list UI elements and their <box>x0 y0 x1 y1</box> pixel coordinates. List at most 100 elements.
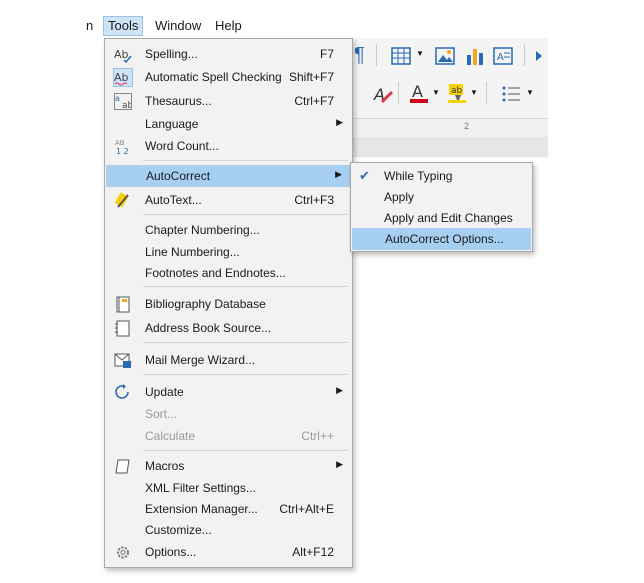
tools-menu: Ab Spelling... F7 Ab Automatic Spell Che… <box>104 38 353 568</box>
menu-item-label: XML Filter Settings... <box>145 481 256 495</box>
menu-item-label: Automatic Spell Checking <box>145 70 282 84</box>
menubar-partial-item[interactable]: n <box>82 17 97 35</box>
menu-help[interactable]: Help <box>211 17 246 35</box>
menu-separator <box>143 286 348 287</box>
checkmark-icon: ✔ <box>359 168 370 183</box>
table-icon[interactable] <box>390 45 412 67</box>
submenu-item-apply-and-edit-changes[interactable]: Apply and Edit Changes <box>351 207 532 229</box>
menu-item-automatic-spell-checking[interactable]: Ab Automatic Spell Checking Shift+F7 <box>105 66 352 88</box>
svg-text:ab: ab <box>122 101 132 110</box>
submenu-arrow-icon: ▶ <box>336 117 343 127</box>
svg-text:1 2: 1 2 <box>116 147 129 155</box>
image-icon[interactable] <box>434 45 456 67</box>
menu-item-chapter-numbering[interactable]: Chapter Numbering... <box>105 219 352 241</box>
svg-text:Ab: Ab <box>114 48 129 61</box>
menu-item-label: AutoCorrect Options... <box>385 232 504 246</box>
document-gray-area <box>352 137 548 157</box>
toolbar-row-2: A A ▼ ab ▼ ▼ <box>352 80 548 110</box>
menu-item-spelling[interactable]: Ab Spelling... F7 <box>105 43 352 65</box>
toolbar-divider <box>524 44 525 66</box>
autocorrect-submenu: ✔ While Typing Apply Apply and Edit Chan… <box>350 162 533 252</box>
autotext-icon <box>114 192 129 208</box>
menu-item-footnotes-endnotes[interactable]: Footnotes and Endnotes... <box>105 262 352 284</box>
menu-item-label: Footnotes and Endnotes... <box>145 266 286 280</box>
menu-item-address-book-source[interactable]: Address Book Source... <box>105 317 352 339</box>
menu-item-thesaurus[interactable]: a ab Thesaurus... Ctrl+F7 <box>105 90 352 112</box>
menu-separator <box>143 374 348 375</box>
menu-item-mail-merge-wizard[interactable]: Mail Merge Wizard... <box>105 349 352 371</box>
menu-item-customize[interactable]: Customize... <box>105 519 352 541</box>
ruler-tick-label: 2 <box>464 121 470 131</box>
menu-item-label: Update <box>145 385 184 399</box>
menu-item-shortcut: Ctrl+F3 <box>294 193 334 207</box>
submenu-item-autocorrect-options[interactable]: AutoCorrect Options... <box>352 228 531 250</box>
menu-item-sort: Sort... <box>105 403 352 425</box>
menu-item-update[interactable]: Update ▶ <box>105 381 352 403</box>
submenu-arrow-icon: ▶ <box>336 459 343 469</box>
highlight-dropdown-icon[interactable]: ▼ <box>470 88 478 97</box>
highlight-color-icon[interactable]: ab <box>446 82 468 104</box>
submenu-item-while-typing[interactable]: ✔ While Typing <box>351 165 532 187</box>
menu-separator <box>143 214 348 215</box>
list-icon[interactable] <box>500 83 522 105</box>
menu-item-label: Language <box>145 117 199 131</box>
menu-item-line-numbering[interactable]: Line Numbering... <box>105 241 352 263</box>
menu-item-shortcut: Ctrl++ <box>301 429 334 443</box>
submenu-item-apply[interactable]: Apply <box>351 186 532 208</box>
table-dropdown-icon[interactable]: ▼ <box>416 49 424 58</box>
menu-item-label: Apply and Edit Changes <box>384 211 513 225</box>
insert-field-icon[interactable] <box>534 45 546 67</box>
menu-item-extension-manager[interactable]: Extension Manager... Ctrl+Alt+E <box>105 498 352 520</box>
menu-item-shortcut: Ctrl+Alt+E <box>279 502 334 516</box>
menu-item-label: AutoText... <box>145 193 202 207</box>
menu-item-options[interactable]: Options... Alt+F12 <box>105 541 352 563</box>
options-gear-icon <box>117 546 129 559</box>
menu-tools[interactable]: Tools <box>103 16 144 36</box>
menu-item-label: Mail Merge Wizard... <box>145 353 256 367</box>
menu-item-shortcut: Shift+F7 <box>288 70 334 84</box>
submenu-arrow-icon: ▶ <box>335 169 342 179</box>
list-dropdown-icon[interactable]: ▼ <box>526 88 534 97</box>
auto-spellcheck-icon: Ab <box>113 68 133 87</box>
menu-item-shortcut: Alt+F12 <box>292 545 334 559</box>
menu-item-autocorrect[interactable]: AutoCorrect ▶ <box>106 165 351 187</box>
pilcrow-icon[interactable]: ¶ <box>354 44 365 67</box>
svg-text:a: a <box>115 94 120 103</box>
menu-item-label: Apply <box>384 190 415 204</box>
thesaurus-icon: a ab <box>114 93 132 110</box>
svg-text:ab: ab <box>451 86 463 96</box>
menu-window[interactable]: Window <box>151 17 205 35</box>
menu-item-label: Spelling... <box>145 47 198 61</box>
toolbar-row-1: ¶ ▼ A <box>352 42 548 72</box>
menu-item-label: Extension Manager... <box>145 502 258 516</box>
font-color-dropdown-icon[interactable]: ▼ <box>432 88 440 97</box>
menu-item-language[interactable]: Language ▶ <box>105 113 352 135</box>
svg-text:Ab: Ab <box>114 71 129 84</box>
clear-formatting-icon[interactable]: A <box>372 83 394 105</box>
menu-item-label: Sort... <box>145 407 178 421</box>
spelling-icon: Ab <box>114 48 132 63</box>
menu-item-calculate: Calculate Ctrl++ <box>105 425 352 447</box>
toolbar-divider <box>376 44 377 66</box>
chart-icon[interactable] <box>464 45 486 67</box>
menu-item-xml-filter-settings[interactable]: XML Filter Settings... <box>105 477 352 499</box>
menu-item-label: Thesaurus... <box>145 94 212 108</box>
menu-item-word-count[interactable]: AB 1 2 Word Count... <box>105 135 352 157</box>
menu-item-label: Customize... <box>145 523 212 537</box>
update-icon <box>115 384 129 399</box>
submenu-arrow-icon: ▶ <box>336 385 343 395</box>
svg-text:A: A <box>497 52 504 63</box>
toolbar-divider <box>486 82 487 104</box>
font-color-icon[interactable]: A <box>408 82 430 104</box>
bibliography-icon <box>116 296 130 313</box>
menu-separator <box>143 342 348 343</box>
text-box-icon[interactable]: A <box>492 45 514 67</box>
menu-item-label: Word Count... <box>145 139 219 153</box>
menu-item-label: While Typing <box>384 169 453 183</box>
menu-item-bibliography-database[interactable]: Bibliography Database <box>105 293 352 315</box>
menu-item-label: Calculate <box>145 429 196 443</box>
menu-item-label: Chapter Numbering... <box>145 223 260 237</box>
menu-item-macros[interactable]: Macros ▶ <box>105 455 352 477</box>
mail-merge-icon <box>114 353 131 368</box>
menu-item-autotext[interactable]: AutoText... Ctrl+F3 <box>105 189 352 211</box>
